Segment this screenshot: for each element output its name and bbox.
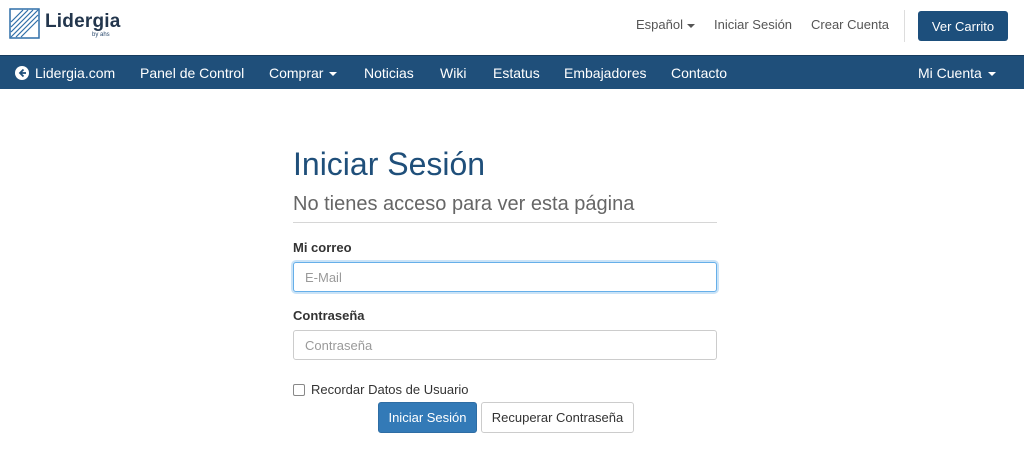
remember-checkbox[interactable] — [293, 383, 305, 396]
language-label: Español — [636, 17, 683, 32]
email-label: Mi correo — [293, 240, 352, 255]
nav-item-control-panel[interactable]: Panel de Control — [140, 65, 244, 81]
remember-me[interactable]: Recordar Datos de Usuario — [293, 382, 717, 397]
nav-item-home[interactable]: Lidergia.com — [35, 65, 115, 81]
password-field[interactable] — [293, 330, 717, 360]
chevron-down-icon — [329, 72, 338, 77]
nav-shop-label: Comprar — [269, 65, 324, 81]
nav-item-shop[interactable]: Comprar — [269, 65, 338, 81]
recover-password-button[interactable]: Recuperar Contraseña — [481, 402, 634, 433]
top-header: Lidergia by ahs Español Iniciar Sesión C… — [0, 0, 1024, 55]
page-title: Iniciar Sesión — [293, 146, 486, 182]
nav-item-status[interactable]: Estatus — [493, 65, 540, 81]
main-navbar: Lidergia.com Panel de Control Comprar No… — [0, 55, 1024, 89]
lidergia-logo[interactable]: Lidergia by ahs — [9, 8, 121, 44]
brand-byline: by ahs — [92, 32, 110, 38]
login-form: Iniciar Sesión No tienes acceso para ver… — [293, 140, 717, 433]
header-divider — [904, 10, 905, 42]
nav-account-label: Mi Cuenta — [918, 65, 982, 81]
nav-item-news[interactable]: Noticias — [364, 65, 414, 81]
email-field[interactable] — [293, 262, 717, 292]
brand-name: Lidergia — [45, 11, 121, 32]
nav-item-ambassadors[interactable]: Embajadores — [564, 65, 647, 81]
arrow-left-circle-icon[interactable] — [15, 66, 29, 80]
nav-item-contact[interactable]: Contacto — [671, 65, 727, 81]
language-dropdown[interactable]: Español — [636, 17, 695, 32]
nav-item-wiki[interactable]: Wiki — [440, 65, 466, 81]
view-cart-button[interactable]: Ver Carrito — [918, 11, 1008, 41]
login-submit-button[interactable]: Iniciar Sesión — [378, 402, 477, 433]
chevron-down-icon — [987, 72, 996, 77]
nav-item-account[interactable]: Mi Cuenta — [918, 65, 996, 81]
form-actions: Iniciar Sesión Recuperar Contraseña — [378, 402, 634, 433]
remember-label: Recordar Datos de Usuario — [311, 382, 469, 397]
chevron-down-icon — [686, 23, 695, 28]
password-label: Contraseña — [293, 308, 365, 323]
page-subtitle: No tienes acceso para ver esta página — [293, 193, 717, 223]
login-link[interactable]: Iniciar Sesión — [714, 17, 792, 32]
lidergia-logo-icon — [9, 8, 40, 39]
register-link[interactable]: Crear Cuenta — [811, 17, 889, 32]
